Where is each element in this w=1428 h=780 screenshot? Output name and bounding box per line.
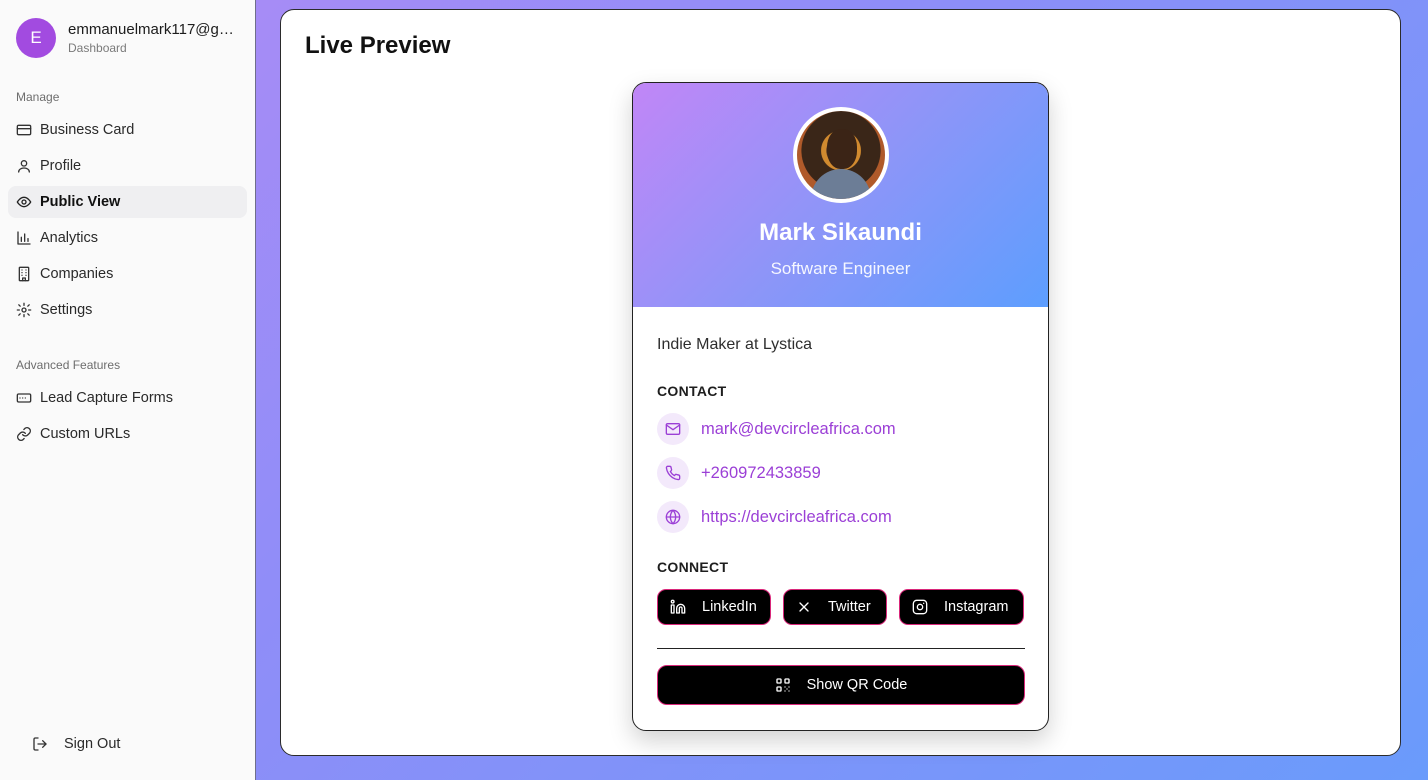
contact-website-row[interactable]: https://devcircleafrica.com bbox=[657, 501, 892, 533]
sidebar-item-label: Settings bbox=[40, 302, 93, 318]
connect-heading: CONNECT bbox=[657, 559, 729, 575]
x-icon bbox=[799, 602, 809, 612]
sign-out-label: Sign Out bbox=[64, 736, 121, 752]
contact-heading: CONTACT bbox=[657, 383, 727, 399]
twitter-label: Twitter bbox=[828, 599, 871, 615]
card-bio: Indie Maker at Lystica bbox=[657, 336, 813, 353]
show-qr-code-label: Show QR Code bbox=[806, 677, 908, 693]
contact-phone[interactable]: +260972433859 bbox=[701, 464, 821, 483]
sidebar-item-custom-urls[interactable]: Custom URLs bbox=[8, 418, 247, 450]
user-account[interactable]: E emmanuelmark117@gmail.com Dashboard bbox=[16, 18, 244, 58]
sidebar-item-business-card[interactable]: Business Card bbox=[8, 114, 247, 146]
linkedin-icon bbox=[670, 599, 686, 614]
sidebar-item-analytics[interactable]: Analytics bbox=[8, 222, 247, 254]
credit-card-icon bbox=[16, 124, 32, 136]
instagram-icon bbox=[912, 599, 928, 615]
contact-phone-row[interactable]: +260972433859 bbox=[657, 457, 821, 489]
linkedin-button[interactable]: LinkedIn bbox=[657, 589, 771, 625]
sidebar-item-label: Public View bbox=[40, 194, 121, 210]
sidebar-item-label: Companies bbox=[40, 266, 114, 282]
form-input-icon bbox=[16, 393, 32, 403]
twitter-button[interactable]: Twitter bbox=[783, 589, 887, 625]
profile-photo-face bbox=[827, 129, 857, 169]
sidebar-item-label: Analytics bbox=[40, 230, 99, 246]
sidebar-item-profile[interactable]: Profile bbox=[8, 150, 247, 182]
avatar: E bbox=[16, 18, 56, 58]
user-icon bbox=[18, 160, 30, 173]
card-role: Software Engineer bbox=[770, 259, 911, 278]
building-icon bbox=[18, 266, 30, 282]
log-out-icon bbox=[33, 737, 47, 751]
sidebar-item-label: Profile bbox=[40, 158, 82, 174]
sidebar-item-label: Custom URLs bbox=[40, 426, 131, 442]
advanced-section-label: Advanced Features bbox=[16, 358, 121, 372]
page-title: Live Preview bbox=[305, 32, 451, 59]
linkedin-label: LinkedIn bbox=[702, 599, 757, 615]
eye-icon bbox=[16, 196, 32, 208]
social-links: LinkedIn Twitter Instagram bbox=[657, 589, 1024, 625]
sidebar-item-companies[interactable]: Companies bbox=[8, 258, 247, 290]
business-card-preview: Mark Sikaundi Software Engineer Indie Ma… bbox=[632, 82, 1049, 731]
contact-website[interactable]: https://devcircleafrica.com bbox=[701, 508, 892, 527]
advanced-nav: Lead Capture Forms Custom URLs bbox=[8, 382, 247, 454]
card-divider bbox=[657, 648, 1025, 649]
manage-section-label: Manage bbox=[16, 90, 60, 104]
globe-icon bbox=[657, 501, 689, 533]
live-preview-panel: Live Preview Mark Sikaundi Software Engi… bbox=[280, 9, 1401, 756]
sidebar-item-settings[interactable]: Settings bbox=[8, 294, 247, 326]
sidebar-item-label: Lead Capture Forms bbox=[40, 390, 173, 406]
link-icon bbox=[17, 427, 31, 441]
sidebar-item-label: Business Card bbox=[40, 122, 135, 138]
manage-nav: Business Card Profile Public View Analyt… bbox=[8, 114, 247, 330]
profile-photo bbox=[793, 107, 889, 203]
card-name: Mark Sikaundi bbox=[759, 219, 922, 246]
profile-photo-shirt bbox=[811, 169, 871, 199]
qr-code-icon bbox=[775, 678, 790, 692]
user-email: emmanuelmark117@gmail.com bbox=[68, 21, 244, 38]
sidebar: E emmanuelmark117@gmail.com Dashboard Ma… bbox=[0, 0, 256, 780]
contact-email[interactable]: mark@devcircleafrica.com bbox=[701, 420, 896, 439]
sidebar-item-public-view[interactable]: Public View bbox=[8, 186, 247, 218]
gear-icon bbox=[16, 302, 32, 318]
show-qr-code-button[interactable]: Show QR Code bbox=[657, 665, 1025, 705]
card-header: Mark Sikaundi Software Engineer bbox=[633, 83, 1048, 307]
sign-out-button[interactable]: Sign Out bbox=[32, 732, 120, 756]
instagram-button[interactable]: Instagram bbox=[899, 589, 1024, 625]
phone-icon bbox=[657, 457, 689, 489]
contact-email-row[interactable]: mark@devcircleafrica.com bbox=[657, 413, 896, 445]
user-subtitle: Dashboard bbox=[68, 41, 127, 55]
sidebar-item-lead-capture-forms[interactable]: Lead Capture Forms bbox=[8, 382, 247, 414]
instagram-label: Instagram bbox=[944, 599, 1009, 615]
mail-icon bbox=[657, 413, 689, 445]
bar-chart-icon bbox=[17, 231, 31, 245]
